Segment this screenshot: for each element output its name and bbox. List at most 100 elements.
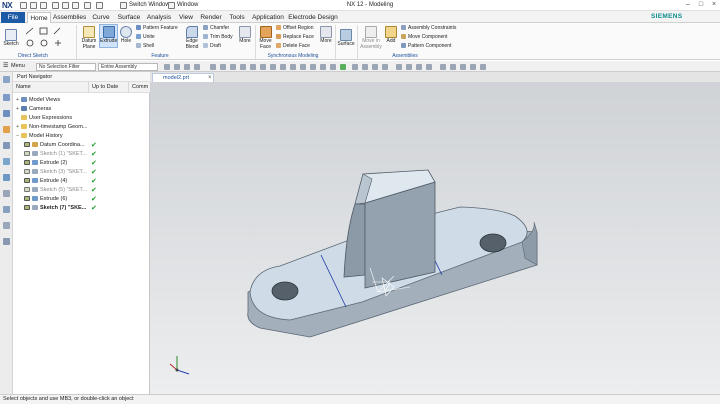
tree-item-extrude-4[interactable]: Extrude (4) ✔ (13, 177, 150, 186)
checkbox-icon[interactable] (24, 186, 30, 192)
pick-icon[interactable] (194, 64, 200, 70)
bounded-grid-icon[interactable] (300, 64, 306, 70)
column-comment[interactable]: Comm (129, 82, 150, 93)
undo-icon[interactable] (30, 2, 37, 9)
visualization-icon[interactable] (480, 64, 486, 70)
tree-item-sketch-7[interactable]: Sketch (7) "SKE... ✔ (13, 204, 150, 213)
sketch-button[interactable]: Sketch (2, 29, 20, 48)
save-icon[interactable] (20, 2, 27, 9)
maximize-icon[interactable]: □ (697, 1, 705, 8)
tab-assemblies[interactable]: Assemblies (53, 12, 86, 23)
shell-button[interactable]: Shell (136, 43, 154, 49)
tree-item-model-views[interactable]: + Model Views (13, 96, 150, 105)
minimize-icon[interactable]: – (684, 1, 692, 8)
reuse-library-icon[interactable] (3, 142, 10, 149)
chamfer-button[interactable]: Chamfer (203, 25, 229, 31)
switch-window-icon[interactable] (120, 2, 127, 9)
view-fit-icon[interactable] (352, 64, 358, 70)
checkbox-icon[interactable] (24, 195, 30, 201)
layer-settings-icon[interactable] (426, 64, 432, 70)
edit-section-icon[interactable] (470, 64, 476, 70)
point-icon[interactable] (210, 64, 216, 70)
file-tab[interactable]: File (1, 12, 25, 23)
select-icon[interactable] (164, 64, 170, 70)
work-layer-icon[interactable] (440, 64, 446, 70)
orient-view-icon[interactable] (396, 64, 402, 70)
move-in-assembly-button[interactable]: Move in Assembly (359, 26, 383, 50)
repeat-command-icon[interactable] (84, 2, 91, 9)
move-face-button[interactable]: Move Face (257, 26, 274, 50)
tree-item-sketch-5[interactable]: Sketch (5) "SKET... ✔ (13, 186, 150, 195)
show-hide-icon[interactable] (450, 64, 456, 70)
tab-analysis[interactable]: Analysis (145, 12, 173, 23)
rotate-icon[interactable] (372, 64, 378, 70)
pole-icon[interactable] (310, 64, 316, 70)
datum-plane-button[interactable]: Datum Plane (79, 26, 99, 50)
checkbox-icon[interactable] (24, 204, 30, 210)
tab-home[interactable]: Home (27, 12, 51, 23)
zoom-icon[interactable] (362, 64, 368, 70)
graphics-window[interactable] (150, 82, 720, 394)
tree-item-user-expressions[interactable]: User Expressions (13, 114, 150, 123)
tree-item-extrude-2[interactable]: Extrude (2) ✔ (13, 159, 150, 168)
midpoint-icon[interactable] (230, 64, 236, 70)
tab-view[interactable]: View (176, 12, 196, 23)
checkbox-icon[interactable] (24, 168, 30, 174)
assembly-navigator-icon[interactable] (3, 94, 10, 101)
tab-tools[interactable]: Tools (226, 12, 248, 23)
on-curve-icon[interactable] (280, 64, 286, 70)
hole-button[interactable]: Hole (119, 26, 133, 45)
tree-item-cameras[interactable]: + Cameras (13, 105, 150, 114)
process-studio-icon[interactable] (3, 206, 10, 213)
part-navigator-icon[interactable] (3, 126, 10, 133)
tab-electrode-design[interactable]: Electrode Design (288, 12, 338, 23)
assembly-constraints-button[interactable]: Assembly Constraints (401, 25, 456, 31)
snap-point-toggle-icon[interactable] (340, 64, 346, 70)
on-face-icon[interactable] (290, 64, 296, 70)
checkbox-icon[interactable] (24, 141, 30, 147)
feature-more-button[interactable]: More (237, 26, 253, 45)
copy-icon[interactable] (62, 2, 69, 9)
document-tab[interactable]: model2.prt × (152, 73, 214, 82)
sync-more-button[interactable]: More (318, 26, 334, 45)
clip-section-icon[interactable] (460, 64, 466, 70)
offset-region-button[interactable]: Offset Region (276, 25, 313, 31)
checkbox-icon[interactable] (24, 150, 30, 156)
close-icon[interactable]: × (710, 1, 718, 8)
column-up-to-date[interactable]: Up to Date (89, 82, 129, 93)
menu-icon[interactable]: ☰ (3, 62, 8, 69)
edge-blend-button[interactable]: Edge Blend (181, 26, 203, 50)
center-icon[interactable] (240, 64, 246, 70)
move-component-button[interactable]: Move Component (401, 34, 447, 40)
tab-curve[interactable]: Curve (89, 12, 113, 23)
extrude-button[interactable]: Extrude (99, 24, 118, 48)
tree-item-sketch-1[interactable]: Sketch (1) "SKET... ✔ (13, 150, 150, 159)
quadrant-icon[interactable] (250, 64, 256, 70)
add-component-button[interactable]: Add (384, 26, 398, 45)
constraint-navigator-icon[interactable] (3, 110, 10, 117)
checkbox-icon[interactable] (24, 177, 30, 183)
pan-icon[interactable] (382, 64, 388, 70)
tree-item-non-timestamp-geometry[interactable]: + Non-timestamp Geom... (13, 123, 150, 132)
unite-button[interactable]: Unite (136, 34, 155, 40)
trim-body-button[interactable]: Trim Body (203, 34, 233, 40)
tree-item-sketch-3[interactable]: Sketch (3) "SKET... ✔ (13, 168, 150, 177)
surface-button[interactable]: Surface (337, 29, 355, 48)
paste-icon[interactable] (72, 2, 79, 9)
endpoint-icon[interactable] (220, 64, 226, 70)
system-scenes-icon[interactable] (3, 238, 10, 245)
column-name[interactable]: Name (13, 82, 89, 93)
hd3d-tools-icon[interactable] (3, 158, 10, 165)
touch-mode-icon[interactable] (96, 2, 103, 9)
pattern-component-button[interactable]: Pattern Component (401, 43, 451, 49)
tree-item-model-history[interactable]: − Model History (13, 132, 150, 141)
pattern-feature-button[interactable]: Pattern Feature (136, 25, 178, 31)
tab-application[interactable]: Application (251, 12, 285, 23)
roles-icon[interactable] (3, 222, 10, 229)
checkbox-icon[interactable] (24, 159, 30, 165)
tree-item-extrude-6[interactable]: Extrude (6) ✔ (13, 195, 150, 204)
menu-button[interactable]: Menu (11, 63, 25, 69)
control-point-icon[interactable] (330, 64, 336, 70)
tab-surface[interactable]: Surface (116, 12, 142, 23)
render-style-icon[interactable] (406, 64, 412, 70)
